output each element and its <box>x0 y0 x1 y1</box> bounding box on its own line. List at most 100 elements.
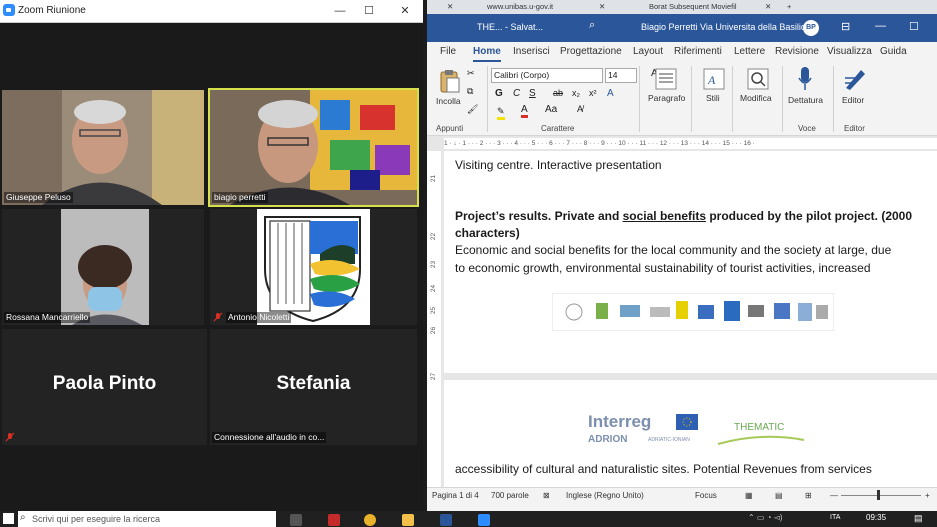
document-page[interactable]: Interreg ADRION ADRIATIC-IONIAN THEMATIC… <box>444 380 937 487</box>
zoom-window: Zoom Riunione — ☐ ✕ Giuseppe Peluso biag… <box>0 0 423 511</box>
participant-tile-stefania[interactable]: Stefania Connessione all'audio in co... <box>210 329 417 445</box>
zoom-out-icon[interactable]: — <box>830 491 838 500</box>
ribbon: Incolla ✂ ⧉ 🖌 Appunti Calibri (Corpo) 14… <box>427 62 937 136</box>
web-layout-icon[interactable]: ⊞ <box>805 491 812 500</box>
print-layout-icon[interactable]: ▤ <box>775 491 783 500</box>
highlight-icon[interactable]: ✎ <box>497 106 505 120</box>
text-effects-button[interactable]: A <box>607 88 614 99</box>
minimize-button[interactable]: — <box>328 2 352 20</box>
avatar[interactable]: BP <box>803 20 819 36</box>
participant-video <box>2 90 204 205</box>
participant-name: Rossana Mancarriello <box>4 312 91 323</box>
focus-button[interactable]: Focus <box>695 491 717 500</box>
clock[interactable]: 09:35 <box>866 513 886 522</box>
participant-tile-paola[interactable]: Paola Pinto <box>2 329 207 445</box>
app-icon[interactable] <box>328 514 340 526</box>
close-icon[interactable]: ✕ <box>765 0 771 14</box>
editor-icon[interactable] <box>843 66 867 92</box>
heading-part: produced by the pilot project. (2000 <box>706 209 913 223</box>
ruler-mark: 23 <box>430 260 438 269</box>
proofing-icon[interactable]: ⊠ <box>543 491 550 500</box>
tab-revisione[interactable]: Revisione <box>775 46 819 57</box>
paste-icon[interactable] <box>439 68 461 94</box>
change-case-button[interactable]: Aa <box>545 104 557 115</box>
zoom-slider-thumb[interactable] <box>877 490 880 500</box>
participant-tile-biagio[interactable]: biagio perretti <box>208 88 419 207</box>
participant-tile-rossana[interactable]: Rossana Mancarriello <box>2 209 204 325</box>
paragraph-button[interactable]: Paragrafo <box>648 93 685 103</box>
document-title: THE... - Salvat... <box>477 22 544 32</box>
page-count[interactable]: Pagina 1 di 4 <box>432 491 479 500</box>
divider <box>691 66 692 132</box>
word-titlebar: THE... - Salvat... ⌕ Biagio Perretti Via… <box>427 14 937 42</box>
document-area[interactable]: 1 · ↓ · 1 · · · 2 · · · 3 · · · 4 · · · … <box>427 136 937 487</box>
microphone-icon[interactable] <box>797 66 813 92</box>
underline-button[interactable]: S <box>529 88 536 99</box>
tab-file[interactable]: File <box>440 46 456 57</box>
paragraph-icon[interactable] <box>655 68 677 90</box>
muted-mic-icon <box>5 432 15 442</box>
font-size-select[interactable]: 14 <box>605 68 637 83</box>
copy-icon[interactable]: ⧉ <box>467 86 473 97</box>
subscript-button[interactable]: x₂ <box>572 88 580 98</box>
word-window: ✕ www.unibas.u-gov.it ✕ Borat Subsequent… <box>427 0 937 511</box>
thematic-swoosh <box>717 435 805 445</box>
participant-display-name: Paola Pinto <box>52 373 157 394</box>
bold-button[interactable]: G <box>495 88 503 99</box>
styles-button[interactable]: Stili <box>706 93 720 103</box>
format-painter-icon[interactable]: 🖌 <box>467 104 478 115</box>
tab-lettere[interactable]: Lettere <box>734 46 765 57</box>
tab-guida[interactable]: Guida <box>880 46 907 57</box>
italic-button[interactable]: C <box>513 88 520 99</box>
windows-start-icon[interactable] <box>3 513 14 524</box>
zoom-in-icon[interactable]: + <box>925 491 930 500</box>
browser-tab[interactable]: Borat Subsequent Moviefil <box>649 0 737 14</box>
language[interactable]: Inglese (Regno Unito) <box>566 491 644 500</box>
task-view-icon[interactable] <box>290 514 302 526</box>
strikethrough-button[interactable]: ab <box>553 88 563 98</box>
chrome-icon[interactable] <box>364 514 376 526</box>
maximize-button[interactable]: ☐ <box>357 2 381 20</box>
file-explorer-icon[interactable] <box>402 514 414 526</box>
zoom-icon[interactable] <box>478 514 490 526</box>
close-icon[interactable]: ✕ <box>599 0 605 14</box>
participant-tile-giuseppe[interactable]: Giuseppe Peluso <box>2 90 204 205</box>
document-page[interactable]: Visiting centre. Interactive presentatio… <box>444 151 937 373</box>
tab-inserisci[interactable]: Inserisci <box>513 46 550 57</box>
word-icon[interactable] <box>440 514 452 526</box>
tray-icons[interactable]: ⌃ ▭ ◔ ◅) <box>748 513 783 522</box>
cut-icon[interactable]: ✂ <box>467 68 475 79</box>
editor-button[interactable]: Editor <box>842 95 864 105</box>
font-name-select[interactable]: Calibri (Corpo) <box>491 68 603 83</box>
doc-line: accessibility of cultural and naturalist… <box>455 462 872 476</box>
minimize-button[interactable]: — <box>875 20 886 32</box>
search-icon[interactable]: ⌕ <box>589 19 595 32</box>
participant-tile-antonio[interactable]: Antonio Nicoletti <box>210 209 417 325</box>
font-color-button[interactable]: A <box>521 104 528 118</box>
tab-visualizza[interactable]: Visualizza <box>827 46 872 57</box>
group-label: Voce <box>798 124 816 133</box>
paste-button[interactable]: Incolla <box>436 96 461 106</box>
editing-button[interactable]: Modifica <box>740 93 772 103</box>
ribbon-display-icon[interactable]: ⊟ <box>841 20 850 33</box>
clear-formatting-icon[interactable]: A̸ <box>577 104 583 114</box>
maximize-button[interactable]: ☐ <box>909 20 919 33</box>
dictate-button[interactable]: Dettatura <box>788 95 823 105</box>
new-tab-icon[interactable]: + <box>787 0 791 14</box>
close-icon[interactable]: ✕ <box>447 0 453 14</box>
tab-layout[interactable]: Layout <box>633 46 663 57</box>
zoom-slider[interactable] <box>841 495 921 496</box>
tab-riferimenti[interactable]: Riferimenti <box>674 46 722 57</box>
browser-tab[interactable]: www.unibas.u-gov.it <box>487 0 553 14</box>
notifications-icon[interactable]: ▤ <box>914 513 923 524</box>
superscript-button[interactable]: x² <box>589 88 597 98</box>
find-icon[interactable] <box>747 68 769 90</box>
styles-icon[interactable]: A <box>703 68 725 90</box>
tab-home[interactable]: Home <box>473 46 501 62</box>
word-count[interactable]: 700 parole <box>491 491 529 500</box>
tab-progettazione[interactable]: Progettazione <box>560 46 622 57</box>
search-input[interactable]: Scrivi qui per eseguire la ricerca <box>18 511 276 527</box>
input-language[interactable]: ITA <box>830 514 840 521</box>
read-mode-icon[interactable]: ▦ <box>745 491 753 500</box>
close-button[interactable]: ✕ <box>393 2 417 20</box>
